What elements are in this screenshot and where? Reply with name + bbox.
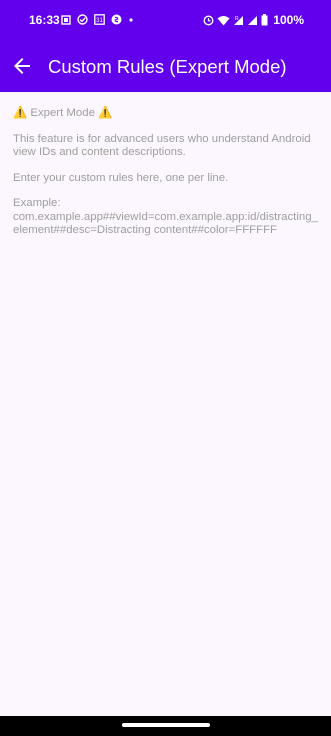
status-left-icons: 31: [61, 14, 134, 25]
example-text: com.example.app##viewId=com.example.app:…: [13, 210, 318, 237]
status-bar: 16:33 31 R 100%: [0, 0, 331, 40]
signal-r-icon: R: [234, 15, 244, 25]
shazam-icon: [111, 14, 122, 25]
expert-mode-heading: ⚠️ Expert Mode ⚠️: [13, 107, 113, 119]
home-gesture-handle[interactable]: [122, 723, 210, 727]
status-right-icons: R 100%: [203, 13, 304, 27]
screenshot-icon: [61, 14, 71, 25]
calendar-31-icon: 31: [94, 14, 105, 25]
svg-text:R: R: [235, 16, 239, 22]
svg-text:31: 31: [96, 18, 103, 24]
alarm-icon: [203, 14, 214, 26]
example-label: Example:: [13, 197, 61, 209]
example-block: Example: com.example.app##viewId=com.exa…: [13, 197, 319, 238]
instruction-text: Enter your custom rules here, one per li…: [13, 171, 229, 184]
wifi-icon: [217, 15, 230, 25]
status-time: 16:33: [29, 13, 60, 27]
description-text: This feature is for advanced users who u…: [13, 132, 311, 159]
dot-icon: [129, 17, 133, 22]
app-bar: Custom Rules (Expert Mode): [0, 40, 331, 92]
battery-percent: 100%: [273, 13, 304, 27]
battery-icon: [261, 14, 268, 26]
content-area: ⚠️ Expert Mode ⚠️ This feature is for ad…: [13, 92, 319, 238]
page-title: Custom Rules (Expert Mode): [48, 56, 287, 77]
navigation-bar: [0, 716, 331, 736]
signal-icon: [248, 15, 258, 25]
back-button[interactable]: [10, 54, 34, 78]
check-circle-icon: [77, 14, 88, 25]
arrow-back-icon: [14, 58, 30, 74]
